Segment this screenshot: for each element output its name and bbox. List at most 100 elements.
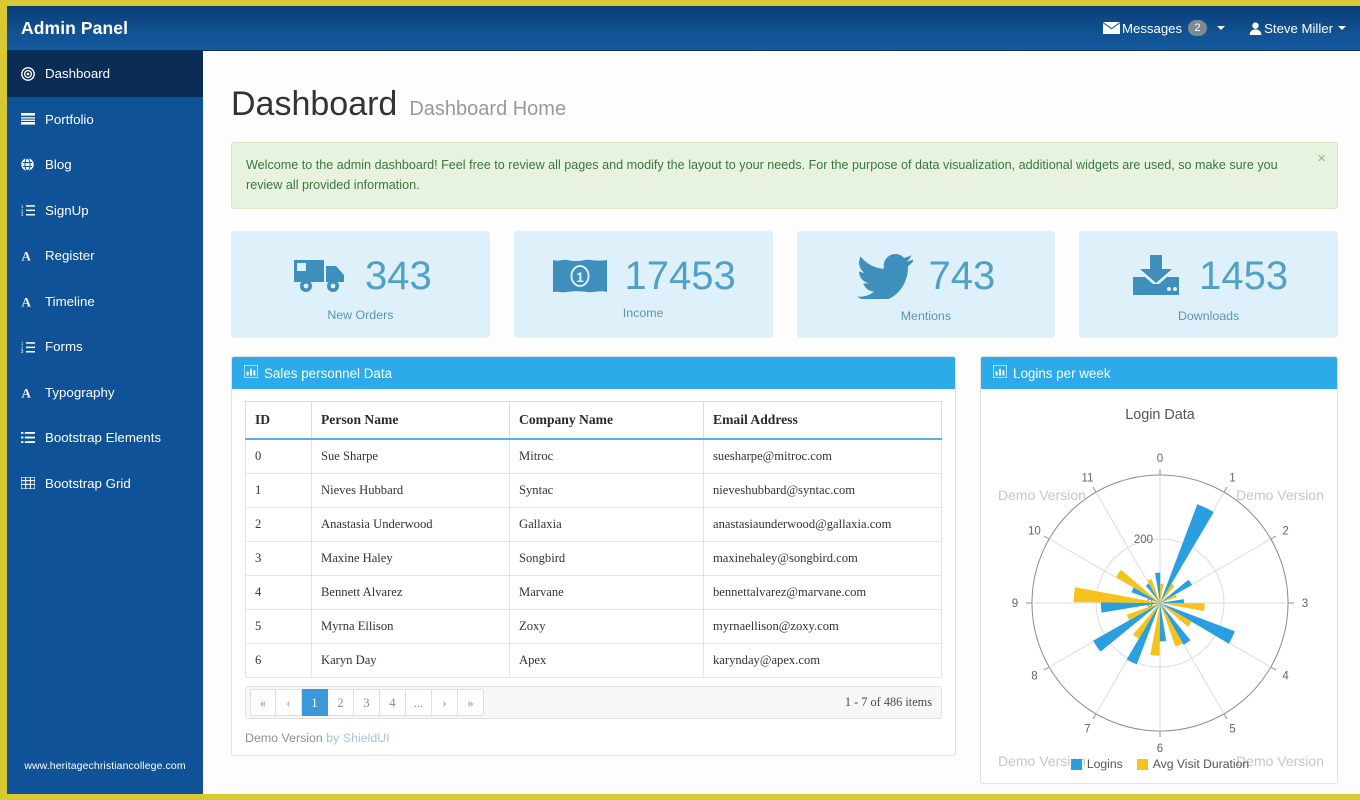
welcome-alert: Welcome to the admin dashboard! Feel fre…	[231, 142, 1338, 210]
cell-id: 3	[245, 541, 312, 577]
sidebar-item-register[interactable]: A Register	[7, 233, 203, 279]
table-row[interactable]: 1 Nieves Hubbard Syntac nieveshubbard@sy…	[245, 473, 942, 509]
page-header: Dashboard Dashboard Home	[231, 85, 1338, 124]
stat-card-mentions[interactable]: 743 Mentions	[796, 231, 1056, 339]
credit-vendor[interactable]: ShieldUI	[343, 731, 390, 745]
stat-value: 343	[365, 253, 432, 298]
page-button-4[interactable]: 4	[380, 689, 406, 717]
polar-chart[interactable]: Login Data Demo Version Demo Version Dem…	[994, 401, 1326, 773]
cell-id: 6	[245, 643, 312, 679]
font-a-icon: A	[21, 386, 38, 399]
page-first-button[interactable]: «	[250, 689, 276, 717]
app-window: Admin Panel Messages 2 Steve Miller Dash…	[0, 0, 1360, 800]
table-row[interactable]: 2 Anastasia Underwood Gallaxia anastasia…	[245, 507, 942, 543]
watermark: Demo Version	[998, 487, 1086, 504]
stat-top: 743	[856, 253, 995, 299]
cell-company: Syntac	[509, 473, 704, 509]
svg-text:0: 0	[1157, 453, 1163, 465]
page-prev-button[interactable]: ‹	[276, 689, 302, 717]
stat-card-new-orders[interactable]: 343 New Orders	[231, 231, 490, 339]
column-header-company[interactable]: Company Name	[509, 401, 704, 441]
font-a-icon: A	[21, 295, 38, 308]
svg-text:2: 2	[1282, 526, 1288, 538]
sidebar-item-signup[interactable]: 1 2 3 SignUp	[7, 188, 203, 234]
list-ol-icon: 1 2 3	[21, 204, 38, 216]
svg-text:11: 11	[1082, 472, 1094, 484]
table-row[interactable]: 0 Sue Sharpe Mitroc suesharpe@mitroc.com	[245, 438, 942, 475]
sidebar-item-portfolio[interactable]: Portfolio	[7, 97, 203, 143]
page-next-button[interactable]: ›	[432, 689, 458, 717]
sidebar-item-label: Forms	[45, 339, 83, 355]
pagination-info: 1 - 7 of 486 items	[844, 695, 932, 710]
cell-company: Zoxy	[509, 609, 704, 645]
legend-label: Logins	[1086, 757, 1123, 772]
close-icon[interactable]: ×	[1317, 151, 1326, 166]
truck-icon	[289, 254, 349, 298]
cell-email: maxinehaley@songbird.com	[703, 541, 942, 577]
globe-icon	[21, 158, 38, 172]
sidebar-item-dashboard[interactable]: Dashboard	[7, 51, 203, 97]
svg-text:4: 4	[1282, 671, 1289, 683]
grid-icon	[21, 477, 38, 490]
table-row[interactable]: 5 Myrna Ellison Zoxy myrnaellison@zoxy.c…	[245, 609, 942, 645]
stat-card-income[interactable]: 1 17453 Income	[513, 231, 773, 339]
sidebar-item-bootstrap-grid[interactable]: Bootstrap Grid	[7, 461, 203, 507]
stat-value: 1453	[1199, 253, 1289, 298]
cell-email: anastasiaunderwood@gallaxia.com	[703, 507, 942, 543]
page-last-button[interactable]: »	[458, 689, 484, 717]
sidebar-item-label: SignUp	[45, 202, 89, 218]
page-button-1[interactable]: 1	[302, 689, 328, 717]
sidebar-item-timeline[interactable]: A Timeline	[7, 279, 203, 325]
table-row[interactable]: 4 Bennett Alvarez Marvane bennettalvarez…	[245, 575, 942, 611]
panel-body: Login Data Demo Version Demo Version Dem…	[981, 389, 1337, 783]
cell-company: Apex	[509, 643, 704, 679]
cell-person: Myrna Ellison	[311, 609, 510, 645]
svg-text:3: 3	[21, 212, 24, 216]
column-header-email[interactable]: Email Address	[703, 401, 942, 441]
page-button-2[interactable]: 2	[328, 689, 354, 717]
cell-id: 2	[245, 507, 312, 543]
sales-personnel-table: ID Person Name Company Name Email Addres…	[245, 401, 942, 679]
chevron-down-icon	[1217, 26, 1226, 30]
cell-person: Karyn Day	[311, 643, 510, 679]
app-brand[interactable]: Admin Panel	[21, 18, 128, 39]
legend-item-avg-visit-duration[interactable]: Avg Visit Duration	[1136, 757, 1249, 771]
panel-title: Sales personnel Data	[264, 365, 393, 381]
svg-text:3: 3	[21, 349, 24, 353]
sidebar-item-typography[interactable]: A Typography	[7, 370, 203, 416]
sidebar-item-label: Bootstrap Elements	[45, 430, 162, 446]
svg-text:6: 6	[1157, 743, 1163, 755]
user-menu[interactable]: Steve Miller	[1249, 21, 1346, 36]
sidebar-item-bootstrap-elements[interactable]: Bootstrap Elements	[7, 415, 203, 461]
panel-header: Sales personnel Data	[232, 357, 955, 390]
svg-text:3: 3	[1302, 598, 1308, 610]
cell-company: Mitroc	[509, 438, 704, 475]
panel-title: Logins per week	[1013, 365, 1111, 381]
cell-id: 1	[245, 473, 312, 509]
page-button-3[interactable]: 3	[354, 689, 380, 717]
stat-card-downloads[interactable]: 1453 Downloads	[1079, 231, 1338, 339]
sidebar-item-label: Bootstrap Grid	[45, 475, 131, 491]
stat-value: 17453	[624, 253, 736, 298]
main-content: Dashboard Dashboard Home Welcome to the …	[203, 51, 1360, 794]
column-header-person[interactable]: Person Name	[311, 401, 510, 441]
credit-prefix: Demo Version	[245, 731, 323, 746]
cell-company: Gallaxia	[509, 507, 704, 543]
svg-text:1: 1	[576, 269, 584, 285]
chart-legend: Logins Avg Visit Duration	[994, 757, 1326, 771]
column-header-id[interactable]: ID	[245, 401, 312, 441]
list-icon	[21, 432, 38, 444]
page-title: Dashboard	[231, 85, 398, 123]
sidebar-item-forms[interactable]: 1 2 3 Forms	[7, 324, 203, 370]
panels-row: Sales personnel Data ID Person Name Comp…	[231, 356, 1338, 785]
sidebar-item-blog[interactable]: Blog	[7, 142, 203, 188]
page-ellipsis[interactable]: ...	[406, 689, 432, 717]
legend-item-logins[interactable]: Logins	[1070, 757, 1123, 772]
page-subtitle: Dashboard Home	[409, 98, 567, 120]
sales-personnel-panel: Sales personnel Data ID Person Name Comp…	[231, 356, 956, 757]
messages-menu[interactable]: Messages 2	[1103, 20, 1226, 36]
svg-text:10: 10	[1028, 526, 1041, 538]
navbar-right-group: Messages 2 Steve Miller	[1103, 20, 1346, 36]
table-row[interactable]: 3 Maxine Haley Songbird maxinehaley@song…	[245, 541, 942, 577]
table-row[interactable]: 6 Karyn Day Apex karynday@apex.com	[245, 643, 942, 679]
